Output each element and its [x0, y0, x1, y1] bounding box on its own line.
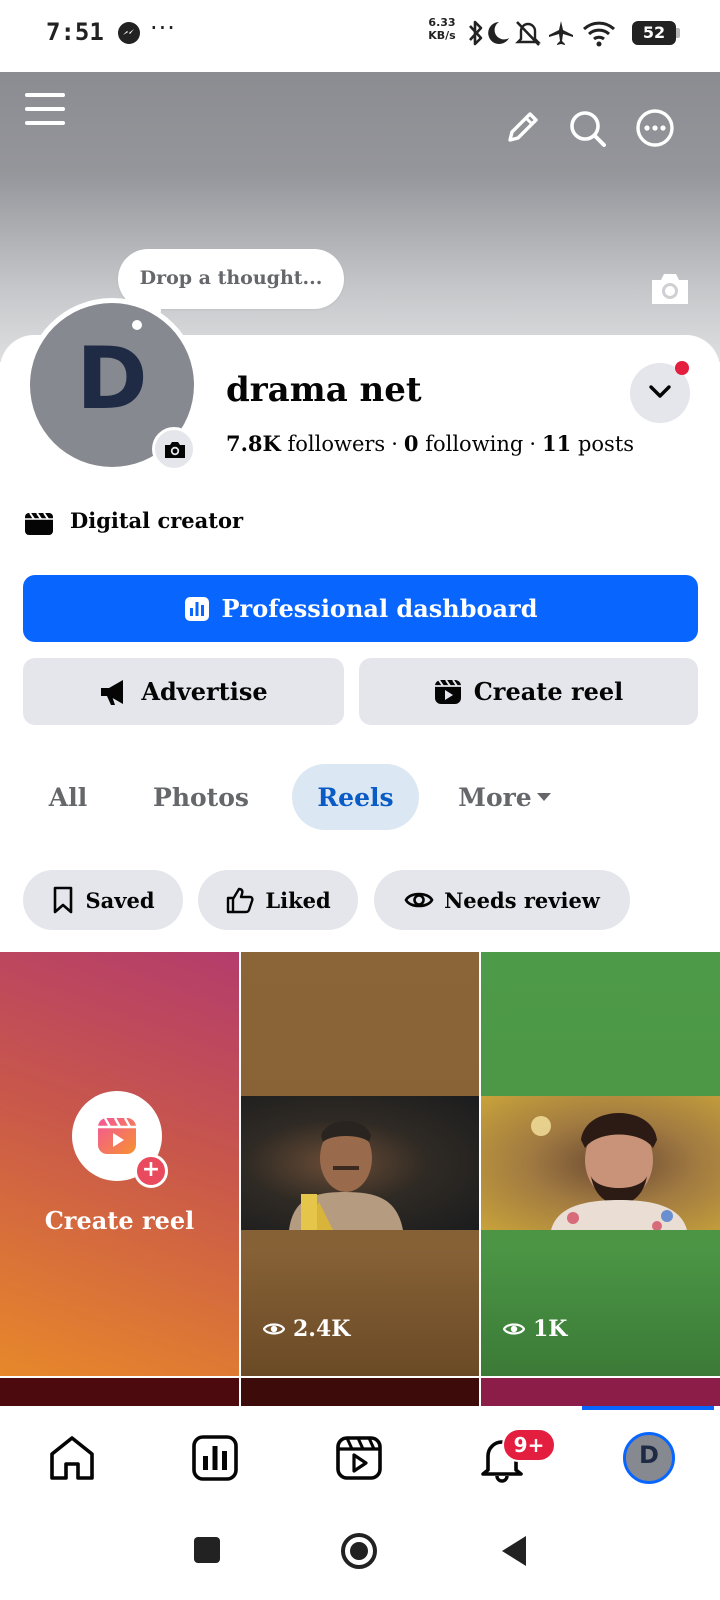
create-reel-button[interactable]: Create reel — [359, 658, 698, 725]
menu-icon[interactable] — [25, 89, 65, 129]
reel-views: 2.4K — [263, 1316, 350, 1342]
create-reel-tile[interactable]: + Create reel — [0, 952, 239, 1376]
reel-thumbnail-image — [289, 1121, 403, 1230]
status-more-indicator: ··· — [150, 14, 176, 42]
following-label[interactable]: following — [425, 432, 523, 456]
stats-separator: · — [529, 432, 537, 456]
home-button-icon[interactable] — [340, 1532, 378, 1570]
thought-bubble-dot — [132, 320, 142, 330]
reel-thumbnail-image — [531, 1113, 687, 1231]
followers-count[interactable]: 7.8K — [226, 431, 281, 456]
battery-level: 52 — [642, 23, 666, 42]
bell-off-icon — [515, 21, 541, 46]
status-bar: 7:51 ··· 6.33 KB/s 52 — [0, 0, 720, 72]
megaphone-icon — [101, 679, 124, 705]
reels-icon — [98, 1117, 136, 1154]
network-speed-value: 6.33 — [428, 16, 456, 29]
messenger-icon — [118, 22, 140, 44]
tab-all[interactable]: All — [28, 764, 108, 830]
reel-item[interactable] — [241, 1378, 479, 1406]
tab-photos[interactable]: Photos — [134, 764, 268, 830]
tab-more-label: More — [458, 782, 532, 812]
filter-liked-label: Liked — [265, 887, 331, 913]
posts-label: posts — [577, 432, 635, 456]
camera-icon[interactable] — [648, 268, 692, 308]
reel-thumbnail — [241, 1096, 479, 1230]
reels-icon — [434, 678, 461, 704]
thought-placeholder: Drop a thought... — [139, 267, 323, 289]
advertise-label: Advertise — [141, 677, 268, 706]
recent-apps-icon[interactable] — [193, 1536, 221, 1564]
reel-item[interactable] — [0, 1378, 239, 1406]
dashboard-icon — [184, 596, 209, 621]
reel-views-count: 1K — [533, 1316, 568, 1342]
professional-dashboard-label: Professional dashboard — [221, 594, 538, 623]
system-navigation-bar — [0, 1510, 720, 1600]
reel-item[interactable]: 1K — [481, 952, 720, 1376]
filter-liked[interactable]: Liked — [198, 870, 358, 930]
more-icon[interactable] — [633, 106, 677, 150]
page-name: drama net — [226, 370, 422, 410]
back-icon[interactable] — [500, 1534, 528, 1568]
tab-more[interactable]: More — [444, 764, 566, 830]
eye-icon — [263, 1323, 285, 1335]
eye-icon — [404, 892, 434, 908]
posts-count: 11 — [542, 431, 572, 456]
camera-icon — [165, 442, 185, 458]
reel-thumbnail — [481, 1096, 720, 1231]
bookmark-icon — [54, 886, 73, 914]
reel-item[interactable]: 2.4K — [241, 952, 479, 1376]
reels-icon[interactable] — [333, 1432, 385, 1484]
profile-avatar-letter: D — [639, 1441, 659, 1469]
caret-down-icon — [536, 793, 551, 801]
pencil-icon[interactable] — [502, 108, 542, 148]
chevron-down-icon — [649, 385, 671, 398]
clapperboard-icon — [25, 512, 53, 535]
stats-separator: · — [391, 432, 398, 456]
battery-icon: 52 — [632, 21, 676, 45]
active-tab-indicator — [582, 1406, 714, 1410]
create-reel-label: Create reel — [473, 677, 624, 706]
network-speed-unit: KB/s — [428, 29, 456, 42]
reel-item[interactable] — [481, 1378, 720, 1406]
avatar-letter: D — [76, 329, 148, 429]
filter-saved-label: Saved — [85, 887, 155, 913]
search-icon[interactable] — [567, 108, 609, 150]
eye-icon — [503, 1323, 525, 1335]
professional-dashboard-button[interactable]: Professional dashboard — [23, 575, 698, 642]
filter-saved[interactable]: Saved — [23, 870, 183, 930]
wifi-icon — [582, 21, 616, 47]
advertise-button[interactable]: Advertise — [23, 658, 344, 725]
followers-label[interactable]: followers — [287, 432, 385, 456]
battery-nub — [676, 28, 680, 38]
notification-dot — [675, 361, 689, 375]
create-reel-tile-label: Create reel — [44, 1206, 195, 1235]
moon-icon — [488, 22, 509, 44]
status-time: 7:51 — [46, 18, 104, 46]
profile-avatar[interactable]: D — [623, 1432, 675, 1484]
network-speed: 6.33 KB/s — [424, 16, 460, 42]
reel-views: 1K — [503, 1316, 567, 1342]
tab-reels[interactable]: Reels — [292, 764, 419, 830]
filter-needs-review[interactable]: Needs review — [374, 870, 630, 930]
following-count[interactable]: 0 — [404, 431, 419, 456]
reel-views-count: 2.4K — [293, 1316, 351, 1342]
filter-needs-review-label: Needs review — [444, 887, 600, 913]
avatar-camera-button[interactable] — [152, 427, 196, 471]
profile-stats: 7.8K followers · 0 following · 11 posts — [226, 431, 634, 456]
home-icon[interactable] — [46, 1432, 98, 1484]
thumbs-up-icon — [227, 887, 254, 914]
plus-icon: + — [134, 1154, 168, 1188]
airplane-icon — [549, 21, 573, 45]
dashboard-icon[interactable] — [189, 1432, 241, 1484]
notification-badge: 9+ — [502, 1428, 556, 1462]
category-label: Digital creator — [70, 508, 244, 533]
